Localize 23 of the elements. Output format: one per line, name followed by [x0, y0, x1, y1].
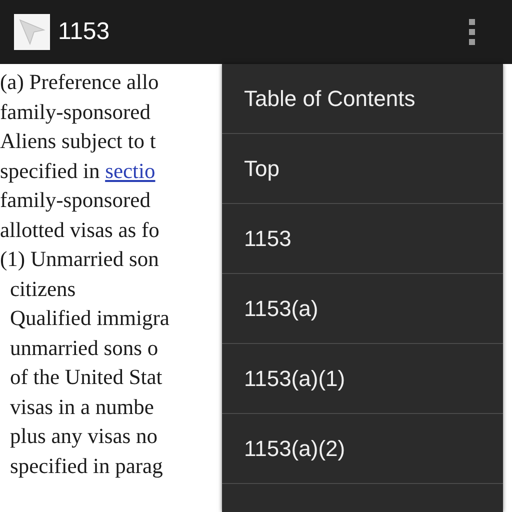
- body-text-line: specified in parag: [10, 452, 163, 480]
- menu-item[interactable]: 1153(a)(1): [222, 344, 503, 414]
- body-text-line: visas in a numbe: [10, 394, 154, 420]
- body-text-line: Aliens subject to t: [0, 128, 156, 155]
- body-text-line: allotted visas as fo: [0, 216, 160, 244]
- body-text-line: Qualified immigra: [10, 305, 170, 332]
- menu-item[interactable]: Table of Contents: [222, 64, 503, 134]
- menu-item[interactable]: 1153(a)(2): [222, 414, 503, 484]
- menu-item[interactable]: 1153: [222, 204, 503, 274]
- screen-title: 1153: [58, 18, 111, 46]
- body-text-line: family-sponsored: [0, 98, 150, 126]
- menu-item[interactable]: 1153(a): [222, 274, 503, 344]
- body-text-line: citizens: [10, 276, 76, 302]
- body-text-line: (a) Preference allo: [0, 69, 159, 96]
- body-text-line: (1) Unmarried son: [0, 246, 159, 273]
- section-link[interactable]: sectio: [105, 158, 156, 182]
- body-text-line: of the United Stat: [10, 364, 162, 391]
- body-text-line: plus any visas no: [10, 423, 158, 450]
- body-text-line: unmarried sons o: [10, 334, 158, 362]
- overflow-menu-icon[interactable]: [466, 18, 478, 46]
- menu-item[interactable]: Top: [222, 134, 503, 204]
- body-text-line: family-sponsored: [0, 187, 150, 214]
- body-text-line: specified in sectio: [0, 158, 156, 185]
